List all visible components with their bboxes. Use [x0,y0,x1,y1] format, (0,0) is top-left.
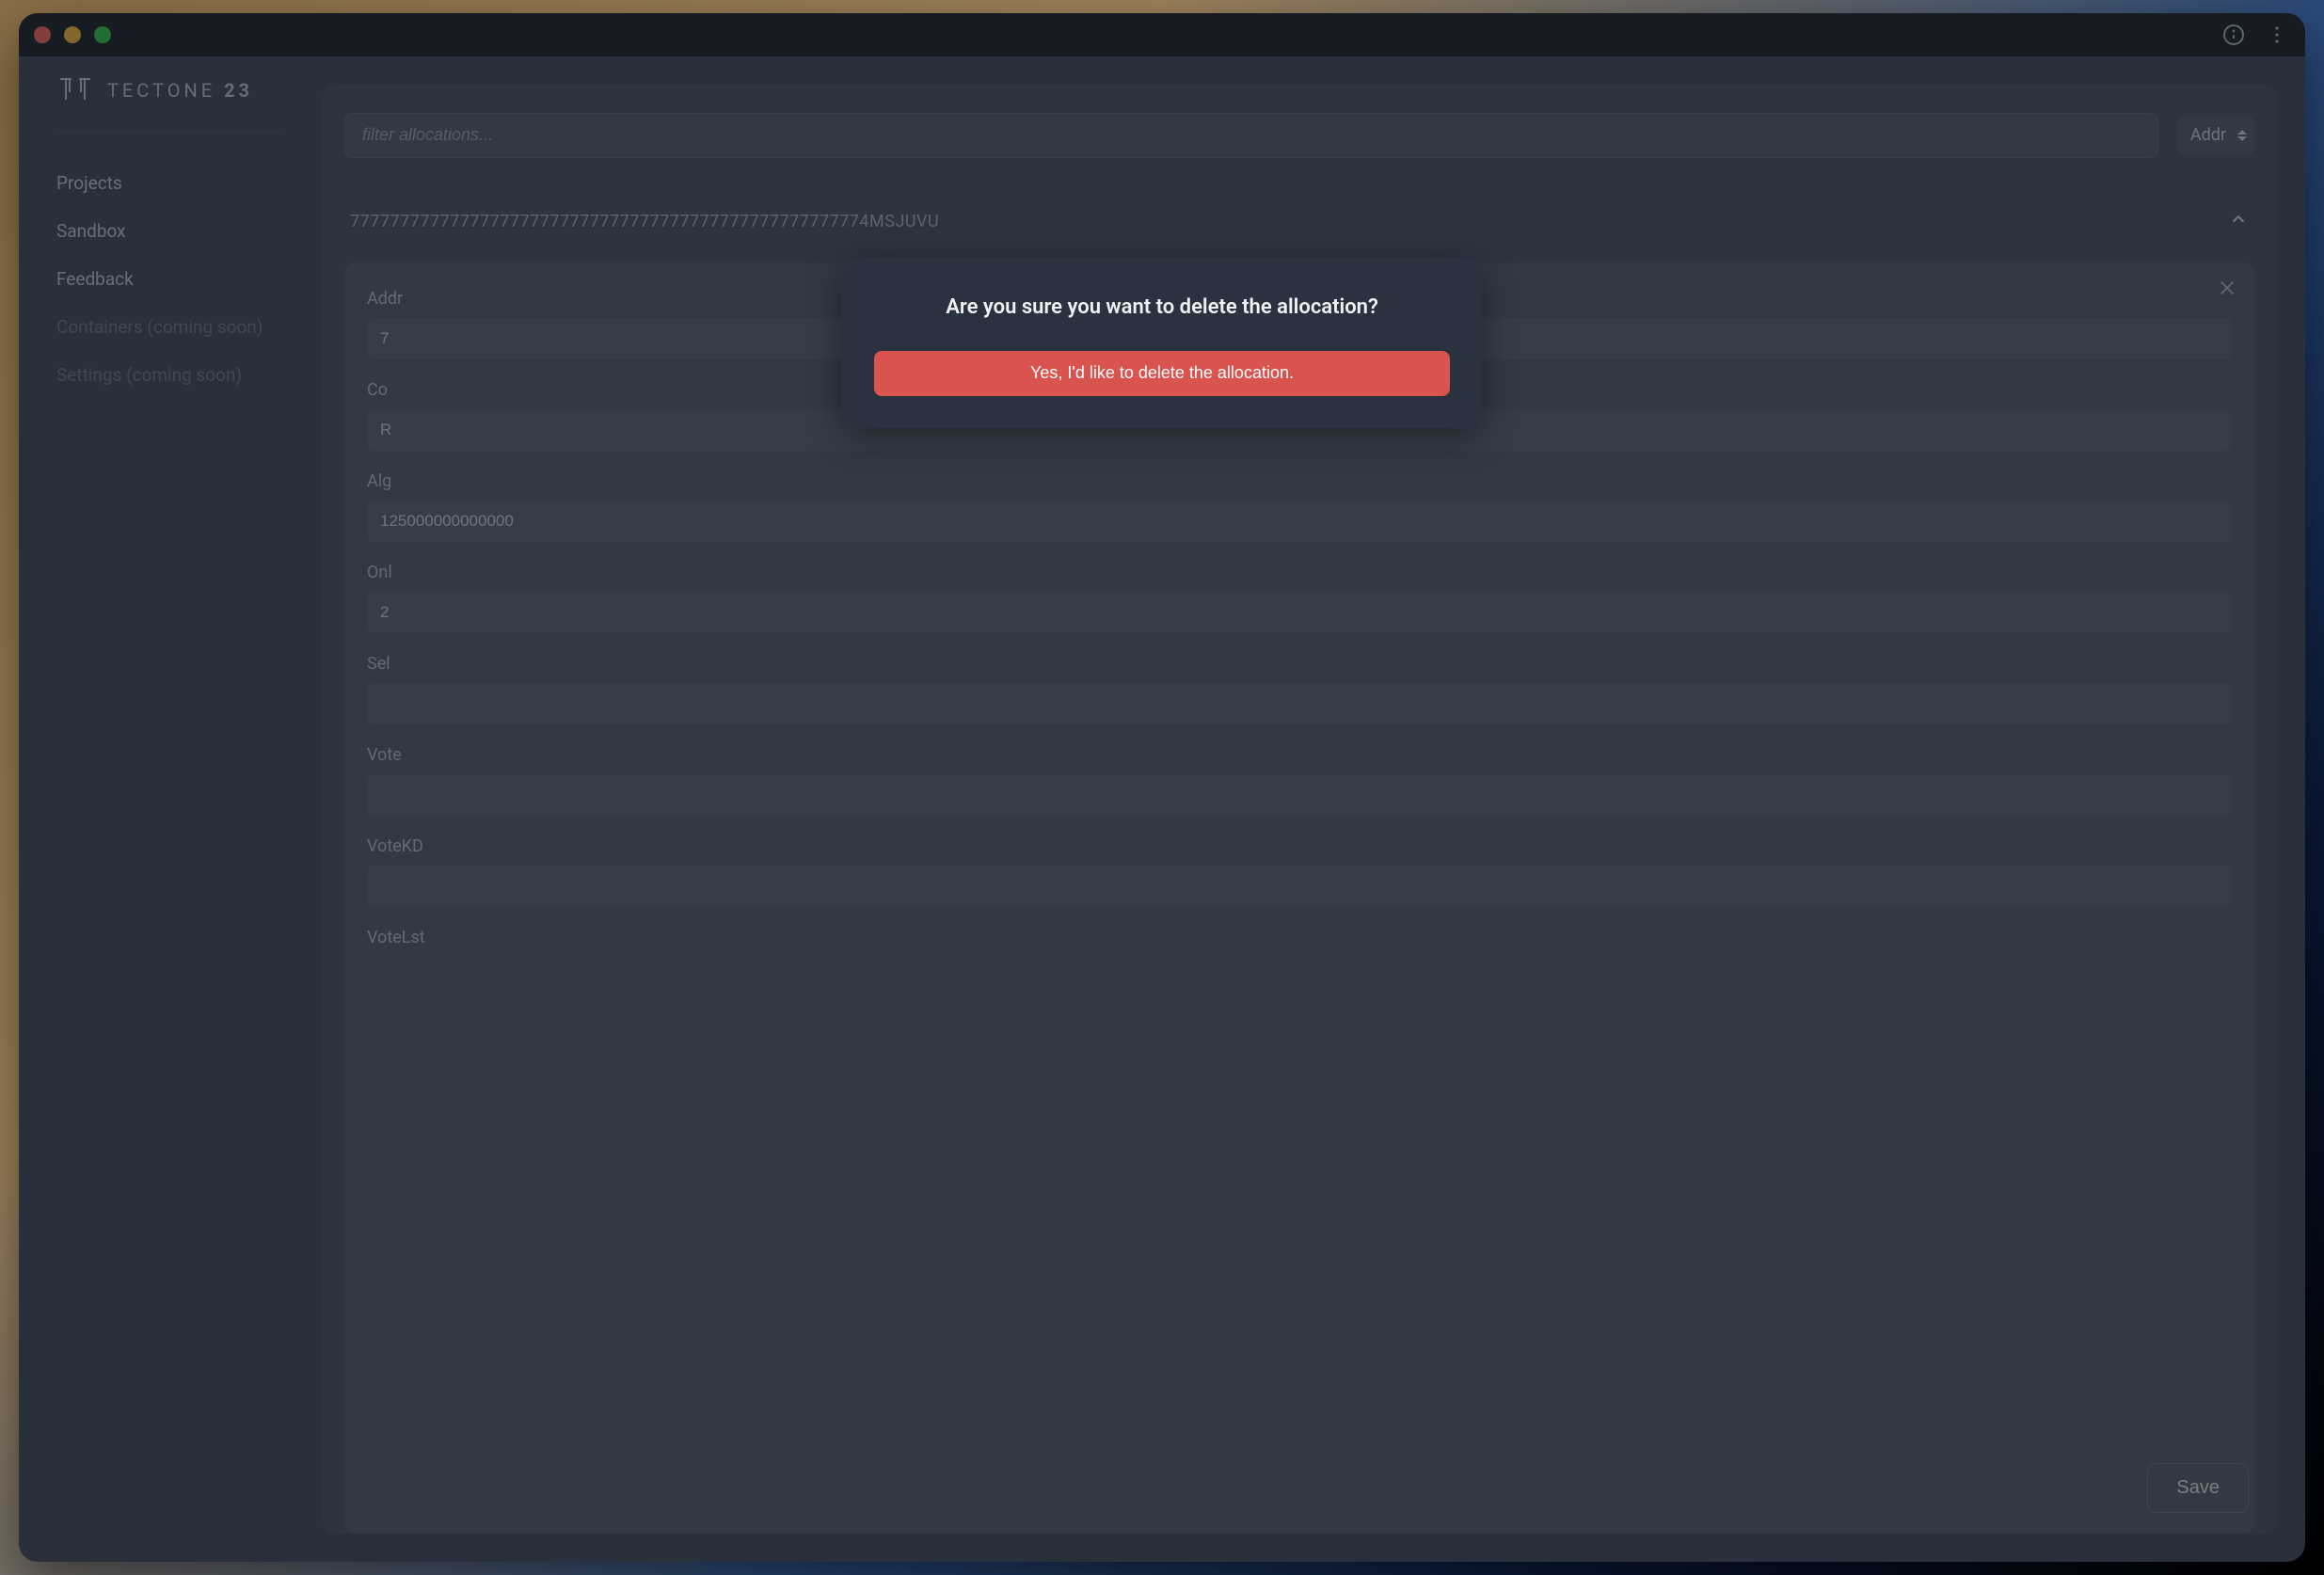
modal-title: Are you sure you want to delete the allo… [946,295,1378,319]
modal-overlay[interactable]: Are you sure you want to delete the allo… [19,13,2305,1563]
delete-confirm-modal: Are you sure you want to delete the allo… [842,258,1482,428]
confirm-delete-button[interactable]: Yes, I'd like to delete the allocation. [874,351,1450,396]
app-window: TECTONE 23 Projects Sandbox Feedback Con… [19,13,2305,1563]
